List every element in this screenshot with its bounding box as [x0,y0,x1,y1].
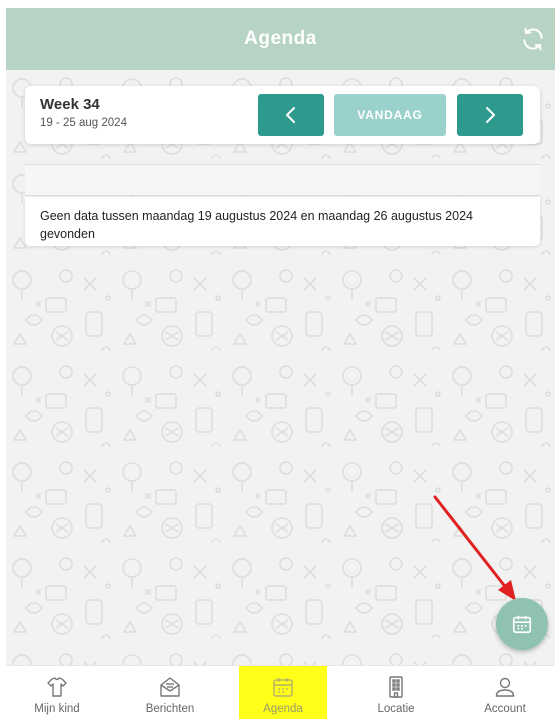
refresh-button[interactable] [519,25,547,53]
calendar-icon [512,615,532,634]
refresh-icon [523,27,543,51]
bottom-navigation: Mijn kind Berichten Agenda Locatie Accou… [6,665,555,719]
child-shirt-icon [47,677,67,697]
nav-item-locatie[interactable]: Locatie [352,666,440,719]
calendar-icon [273,678,293,697]
week-title: Week 34 [40,96,100,113]
doodle-background [6,70,555,665]
nav-label: Account [484,703,526,715]
nav-label: Berichten [145,703,195,715]
chevron-right-icon [486,107,495,123]
envelope-icon [160,677,180,697]
calendar-fab-button[interactable] [496,598,548,650]
nav-item-agenda[interactable]: Agenda [239,666,327,719]
next-week-button[interactable] [457,94,523,136]
week-date-range: 19 - 25 aug 2024 [40,117,127,129]
nav-item-mijn-kind[interactable]: Mijn kind [13,666,101,719]
nav-label: Locatie [377,703,415,715]
nav-item-account[interactable]: Account [461,666,549,719]
empty-state-message: Geen data tussen maandag 19 augustus 202… [25,197,540,246]
nav-label: Mijn kind [34,703,80,715]
app-screen: Agenda Week 34 19 - 25 aug 2024 VANDAAG … [0,0,555,719]
page-title: Agenda [244,28,317,49]
building-icon [389,676,403,698]
previous-week-button[interactable] [258,94,324,136]
week-navigator: Week 34 19 - 25 aug 2024 VANDAAG [25,86,540,144]
user-icon [495,677,515,697]
agenda-list-header [25,164,540,196]
chevron-left-icon [286,107,295,123]
nav-item-berichten[interactable]: Berichten [126,666,214,719]
today-button[interactable]: VANDAAG [334,94,446,136]
nav-label: Agenda [263,703,303,715]
top-bar: Agenda [6,8,555,70]
